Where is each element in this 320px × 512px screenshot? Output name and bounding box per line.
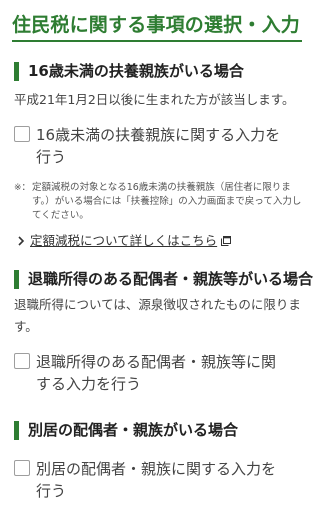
checkbox-label-dependents-under-16[interactable]: 16歳未満の扶養親族に関する入力を行う: [36, 124, 288, 168]
section-heading-dependents-under-16: 16歳未満の扶養親族がいる場合: [14, 62, 244, 81]
section-heading-retirement-income: 退職所得のある配偶者・親族等がいる場合: [14, 270, 313, 289]
title-divider: [12, 40, 302, 42]
flat-tax-reduction-note: 定額減税の対象となる16歳未満の扶養親族（居住者に限ります。）がいる場合には「扶…: [32, 182, 302, 221]
section-heading-separated-spouse: 別居の配偶者・親族がいる場合: [14, 421, 238, 440]
flat-tax-reduction-link-text[interactable]: 定額減税について詳しくはこちら: [30, 233, 217, 249]
checkbox-separated-spouse[interactable]: [14, 460, 30, 476]
checkbox-row-separated-spouse[interactable]: 別居の配偶者・親族に関する入力を行う: [14, 458, 302, 502]
section-description-retirement-income: 退職所得については、源泉徴収されたものに限ります。: [14, 297, 301, 334]
external-window-icon: [221, 236, 232, 246]
chevron-right-icon: [18, 236, 25, 246]
note-mark: ※：: [14, 183, 31, 193]
checkbox-label-separated-spouse[interactable]: 別居の配偶者・親族に関する入力を行う: [36, 458, 288, 502]
checkbox-row-retirement-income[interactable]: 退職所得のある配偶者・親族等に関する入力を行う: [14, 351, 302, 395]
section-description-dependents-under-16: 平成21年1月2日以後に生まれた方が該当します。: [14, 92, 295, 107]
checkbox-label-retirement-income[interactable]: 退職所得のある配偶者・親族等に関する入力を行う: [36, 351, 288, 395]
resident-tax-page: 住民税に関する事項の選択・入力 16歳未満の扶養親族がいる場合 平成21年1月2…: [0, 0, 314, 512]
page-title: 住民税に関する事項の選択・入力: [12, 14, 301, 36]
checkbox-row-dependents-under-16[interactable]: 16歳未満の扶養親族に関する入力を行う: [14, 124, 302, 168]
flat-tax-reduction-link[interactable]: 定額減税について詳しくはこちら: [16, 232, 232, 250]
checkbox-retirement-income[interactable]: [14, 353, 30, 369]
checkbox-dependents-under-16[interactable]: [14, 126, 30, 142]
